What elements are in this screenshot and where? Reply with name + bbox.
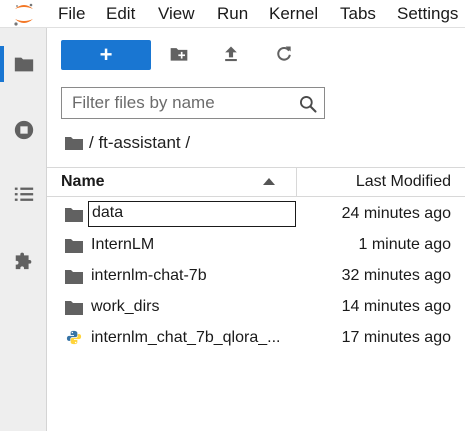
file-row-internlm-chat-7b[interactable]: internlm-chat-7b 32 minutes ago [47, 261, 465, 292]
file-row-work-dirs[interactable]: work_dirs 14 minutes ago [47, 292, 465, 323]
upload-icon[interactable] [221, 44, 241, 64]
menu-view[interactable]: View [158, 4, 195, 24]
menu-run[interactable]: Run [217, 4, 248, 24]
file-modified: 1 minute ago [358, 236, 451, 253]
column-header-last-modified[interactable]: Last Modified [356, 173, 451, 191]
menu-tabs[interactable]: Tabs [340, 4, 376, 24]
folder-icon [65, 239, 83, 253]
file-name[interactable]: work_dirs [91, 298, 159, 316]
menu-kernel[interactable]: Kernel [269, 4, 318, 24]
menu-bar: File Edit View Run Kernel Tabs Settings [0, 0, 465, 28]
file-name[interactable]: InternLM [91, 236, 154, 254]
file-name[interactable]: data [88, 201, 296, 227]
filter-files-box [61, 87, 325, 119]
file-browser-panel: + / ft-assistant / Name Last Modified [47, 28, 465, 431]
python-file-icon [66, 330, 82, 345]
jupyter-logo-icon [14, 3, 33, 26]
file-row-data[interactable]: data 24 minutes ago [47, 199, 465, 230]
filter-files-input[interactable] [72, 92, 292, 114]
plus-icon: + [99, 42, 113, 67]
folder-icon[interactable] [13, 53, 35, 75]
running-icon[interactable] [13, 119, 35, 141]
column-header-name[interactable]: Name [61, 173, 105, 191]
file-modified: 17 minutes ago [341, 329, 451, 346]
new-launcher-button[interactable]: + [61, 40, 151, 70]
folder-icon[interactable] [65, 136, 83, 150]
new-folder-icon[interactable] [169, 44, 189, 64]
file-row-internlm[interactable]: InternLM 1 minute ago [47, 230, 465, 261]
column-divider[interactable] [296, 168, 297, 197]
sort-ascending-icon [263, 178, 275, 185]
active-tab-indicator [0, 46, 4, 82]
extension-icon[interactable] [13, 249, 35, 271]
refresh-icon[interactable] [274, 44, 294, 64]
folder-icon [65, 208, 83, 222]
file-modified: 32 minutes ago [341, 267, 451, 284]
file-row-qlora-config[interactable]: internlm_chat_7b_qlora_... 17 minutes ag… [47, 323, 465, 354]
file-modified: 24 minutes ago [341, 205, 451, 222]
file-name[interactable]: internlm-chat-7b [91, 267, 207, 285]
file-name[interactable]: internlm_chat_7b_qlora_... [91, 329, 280, 347]
search-icon [300, 96, 317, 113]
menu-file[interactable]: File [58, 4, 85, 24]
file-modified: 14 minutes ago [341, 298, 451, 315]
breadcrumb-path[interactable]: / ft-assistant / [89, 133, 190, 153]
menu-settings[interactable]: Settings [397, 4, 458, 24]
table-of-contents-icon[interactable] [13, 183, 35, 205]
file-list-header: Name Last Modified [47, 167, 465, 197]
menu-edit[interactable]: Edit [106, 4, 135, 24]
folder-icon [65, 270, 83, 284]
folder-icon [65, 301, 83, 315]
activity-sidebar [0, 28, 47, 431]
